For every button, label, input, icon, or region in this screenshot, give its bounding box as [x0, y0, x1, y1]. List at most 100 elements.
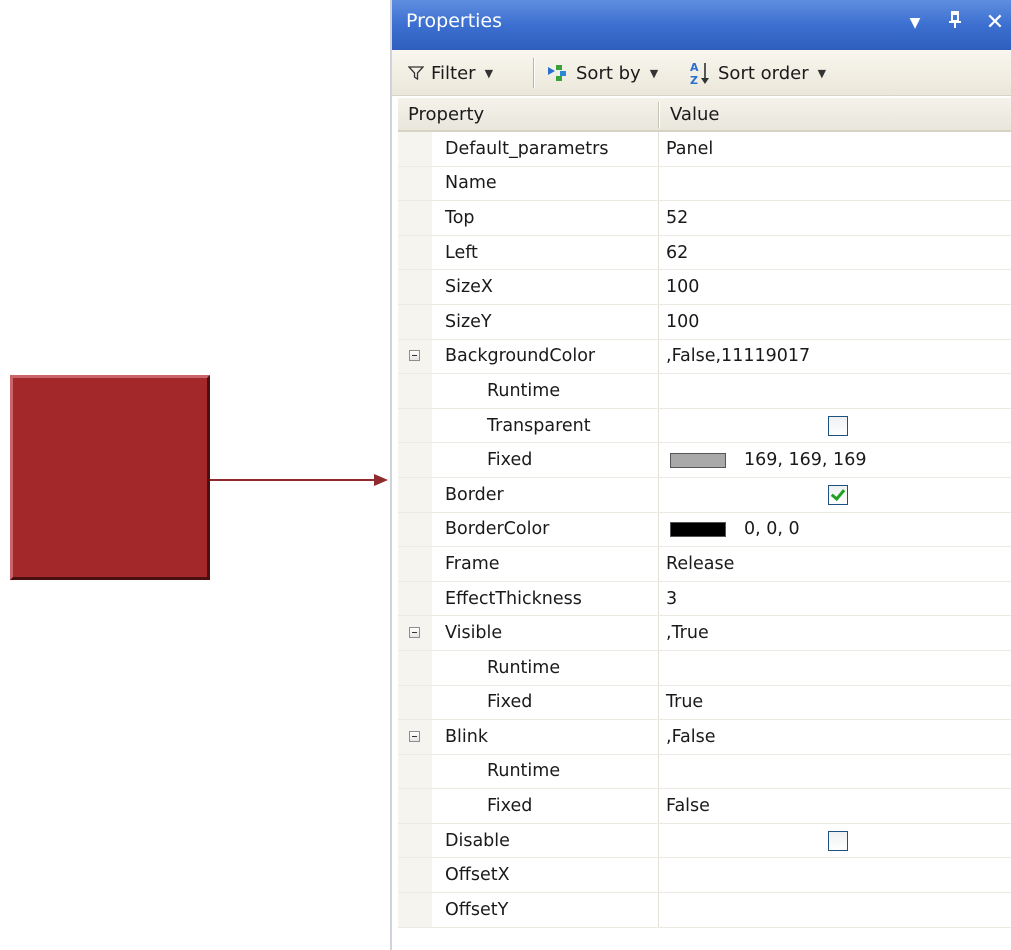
property-name: Runtime	[487, 380, 561, 401]
property-row[interactable]: BorderColor 0, 0, 0	[398, 512, 1011, 548]
property-value[interactable]: Release	[666, 547, 1011, 581]
row-margin	[398, 304, 432, 339]
row-margin	[398, 443, 432, 477]
property-row[interactable]: BackgroundColor ,False,11119017	[398, 339, 1011, 375]
property-row[interactable]: Top 52	[398, 201, 1011, 236]
property-value[interactable]	[666, 858, 1011, 892]
connector-arrow	[210, 474, 388, 486]
collapse-icon[interactable]	[409, 350, 420, 362]
property-value[interactable]	[666, 893, 1011, 927]
property-name: SizeY	[445, 311, 492, 332]
property-row[interactable]: SizeX 100	[398, 270, 1011, 305]
column-header-value[interactable]: Value	[670, 98, 719, 132]
pin-icon[interactable]	[942, 10, 968, 36]
row-margin	[398, 132, 432, 166]
property-value[interactable]: 169, 169, 169	[666, 443, 1011, 477]
collapse-icon[interactable]	[409, 730, 420, 742]
property-row[interactable]: Fixed False	[398, 789, 1011, 824]
property-name: BackgroundColor	[445, 346, 596, 367]
property-row[interactable]: OffsetY	[398, 893, 1011, 928]
property-row[interactable]: Runtime	[398, 374, 1011, 409]
property-value[interactable]	[666, 167, 1011, 201]
property-name: Border	[445, 484, 504, 505]
property-row[interactable]: Runtime	[398, 754, 1011, 790]
column-splitter[interactable]	[658, 102, 659, 128]
property-name: Runtime	[487, 761, 561, 782]
property-value[interactable]: Panel	[666, 132, 1011, 166]
dropdown-arrow-icon[interactable]: ▼	[902, 10, 928, 36]
filter-button[interactable]: Filter ▼	[408, 50, 493, 96]
property-row[interactable]: Fixed 169, 169, 169	[398, 443, 1011, 478]
property-value[interactable]: ,True	[666, 616, 1011, 650]
property-row[interactable]: OffsetX	[398, 858, 1011, 894]
row-margin	[398, 166, 432, 201]
property-value[interactable]: 0, 0, 0	[666, 513, 1011, 547]
value-text: 100	[666, 311, 700, 332]
property-value[interactable]: 62	[666, 236, 1011, 270]
row-margin	[398, 408, 432, 443]
property-value[interactable]: True	[666, 686, 1011, 720]
color-swatch[interactable]	[670, 521, 726, 537]
title-bar: Properties ▼ ✕	[392, 0, 1011, 50]
value-text: False	[666, 796, 710, 817]
property-row[interactable]: Fixed True	[398, 685, 1011, 721]
sort-az-icon: A Z	[689, 60, 711, 86]
row-margin	[398, 789, 432, 823]
property-row[interactable]: Runtime	[398, 650, 1011, 686]
close-icon[interactable]: ✕	[982, 10, 1008, 36]
property-row[interactable]: Transparent	[398, 408, 1011, 444]
property-row[interactable]: EffectThickness 3	[398, 581, 1011, 617]
column-header-property[interactable]: Property	[408, 98, 484, 132]
row-margin	[398, 477, 432, 512]
chevron-down-icon: ▼	[484, 66, 494, 80]
cell-divider	[658, 789, 659, 823]
property-name: OffsetX	[445, 865, 510, 886]
toolbar: Filter ▼ Sort by ▼ A Z Sort order ▼	[392, 50, 1011, 96]
property-row[interactable]: Visible ,True	[398, 616, 1011, 651]
property-value[interactable]	[666, 824, 1011, 858]
checkbox-unchecked[interactable]	[828, 415, 848, 436]
property-value[interactable]: 100	[666, 305, 1011, 339]
property-row[interactable]: Border	[398, 477, 1011, 513]
cell-divider	[658, 477, 659, 512]
property-value[interactable]	[666, 374, 1011, 408]
property-name: SizeX	[445, 277, 493, 298]
property-value[interactable]	[666, 478, 1011, 512]
property-row[interactable]: Name	[398, 166, 1011, 202]
property-value[interactable]: False	[666, 789, 1011, 823]
property-row[interactable]: SizeY 100	[398, 304, 1011, 340]
sort-by-label: Sort by	[576, 62, 641, 84]
value-text: Release	[666, 553, 735, 574]
cell-divider	[658, 720, 659, 754]
row-margin	[398, 270, 432, 304]
property-value[interactable]: ,False,11119017	[666, 340, 1011, 374]
row-margin	[398, 235, 432, 270]
property-name: Transparent	[487, 415, 591, 436]
property-name: Default_parametrs	[445, 138, 609, 159]
property-value[interactable]	[666, 651, 1011, 685]
property-value[interactable]: 100	[666, 270, 1011, 304]
property-row[interactable]: Left 62	[398, 235, 1011, 271]
cell-divider	[658, 166, 659, 201]
property-value[interactable]: 52	[666, 201, 1011, 235]
color-swatch[interactable]	[670, 452, 726, 468]
panel-preview[interactable]	[10, 375, 210, 580]
property-name: Visible	[445, 623, 503, 644]
property-row[interactable]: Frame Release	[398, 547, 1011, 582]
cell-divider	[658, 408, 659, 443]
collapse-icon[interactable]	[409, 627, 420, 639]
cell-divider	[658, 823, 659, 858]
sort-by-button[interactable]: Sort by ▼	[547, 50, 658, 96]
property-value[interactable]	[666, 409, 1011, 443]
property-value[interactable]	[666, 755, 1011, 789]
checkbox-checked[interactable]	[828, 484, 848, 505]
grid-header: Property Value	[398, 98, 1011, 132]
property-row[interactable]: Blink ,False	[398, 720, 1011, 755]
property-row[interactable]: Disable	[398, 823, 1011, 859]
property-value[interactable]: 3	[666, 582, 1011, 616]
property-row[interactable]: Default_parametrs Panel	[398, 132, 1011, 167]
property-value[interactable]: ,False	[666, 720, 1011, 754]
checkbox-unchecked[interactable]	[828, 830, 848, 851]
sort-order-button[interactable]: A Z Sort order ▼	[689, 50, 826, 96]
row-margin	[398, 547, 432, 581]
